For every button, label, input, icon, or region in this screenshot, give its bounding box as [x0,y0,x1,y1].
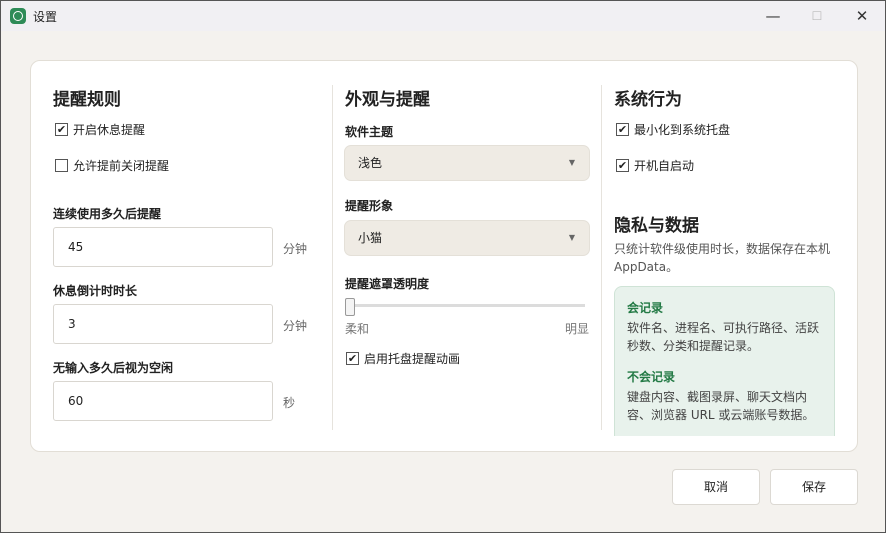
idle-input[interactable]: 60 [53,381,273,421]
autostart-checkbox[interactable]: ✔ 开机自启动 [616,157,694,174]
opacity-min-label: 柔和 [345,322,370,336]
rules-heading: 提醒规则 [53,90,121,110]
divider [332,85,333,430]
interval-label: 连续使用多久后提醒 [53,207,162,221]
interval-unit: 分钟 [283,242,308,256]
interval-input[interactable]: 45 [53,227,273,267]
window-title: 设置 [33,10,58,24]
checkbox-label: 允许提前关闭提醒 [73,159,170,173]
enable-break-checkbox[interactable]: ✔ 开启休息提醒 [55,121,145,138]
idle-label: 无输入多久后视为空闲 [53,361,174,375]
divider [601,85,602,430]
check-icon: ✔ [55,123,68,136]
checkbox-label: 开启休息提醒 [73,123,146,137]
countdown-unit: 分钟 [283,319,308,333]
cancel-button[interactable]: 取消 [672,469,760,505]
checkbox-label: 开机自启动 [634,159,695,173]
dropdown-arrow-icon: ▼ [568,233,575,242]
title-bar [1,1,885,31]
norecords-text: 键盘内容、截图录屏、聊天文档内容、浏览器 URL 或云端账号数据。 [627,390,815,422]
opacity-slider-track[interactable] [347,304,585,307]
minimize-tray-checkbox[interactable]: ✔ 最小化到系统托盘 [616,121,730,138]
check-icon: ✔ [616,159,629,172]
theme-select[interactable]: 浅色 ▼ [344,145,590,181]
theme-label: 软件主题 [345,125,394,139]
records-title: 会记录 [627,301,664,315]
checkbox-label: 最小化到系统托盘 [634,123,731,137]
check-icon: ✔ [346,352,359,365]
countdown-input[interactable]: 3 [53,304,273,344]
avatar-select[interactable]: 小猫 ▼ [344,220,590,256]
idle-unit: 秒 [283,396,296,410]
system-heading: 系统行为 [614,90,682,110]
maximize-button[interactable]: ☐ [802,5,832,27]
minimize-button[interactable]: — [758,5,788,27]
privacy-info-box: 会记录 软件名、进程名、可执行路径、活跃秒数、分类和提醒记录。 不会记录 键盘内… [614,286,835,436]
checkbox-box [55,159,68,172]
allow-close-checkbox[interactable]: 允许提前关闭提醒 [55,157,169,174]
tray-animation-checkbox[interactable]: ✔ 启用托盘提醒动画 [346,350,460,367]
privacy-description: 只统计软件级使用时长，数据保存在本机 AppData。 [614,242,831,274]
app-clock-icon [10,8,26,24]
opacity-max-label: 明显 [565,322,590,336]
countdown-label: 休息倒计时时长 [53,284,138,298]
records-text: 软件名、进程名、可执行路径、活跃秒数、分类和提醒记录。 [627,321,820,353]
dropdown-arrow-icon: ▼ [568,158,575,167]
avatar-value: 小猫 [358,231,383,245]
check-icon: ✔ [616,123,629,136]
opacity-slider-thumb[interactable] [345,298,355,316]
close-button[interactable]: ✕ [847,5,877,27]
appearance-heading: 外观与提醒 [345,90,430,110]
checkbox-label: 启用托盘提醒动画 [364,352,461,366]
theme-value: 浅色 [358,156,383,170]
opacity-label: 提醒遮罩透明度 [345,277,430,291]
save-button[interactable]: 保存 [770,469,858,505]
norecords-title: 不会记录 [627,370,676,384]
privacy-heading: 隐私与数据 [614,216,699,236]
avatar-label: 提醒形象 [345,199,394,213]
